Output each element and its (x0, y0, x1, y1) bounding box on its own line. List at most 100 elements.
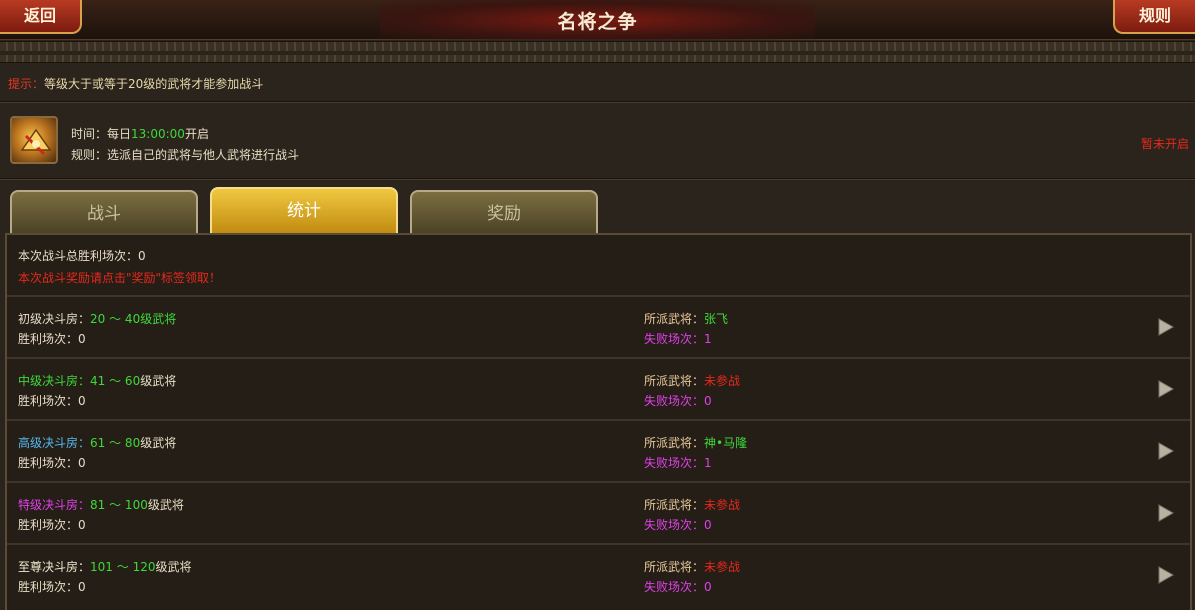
losses-label: 失败场次： (644, 580, 705, 594)
room-range: 41 ～ 60 (90, 374, 141, 388)
room-losses: 失败场次：0 (644, 578, 712, 595)
rule-text: 选派自己的武将与他人武将进行战斗 (107, 148, 300, 162)
tab-battle[interactable]: 战斗 (10, 190, 198, 234)
room-general: 所派武将：未参战 (644, 372, 740, 389)
room-name: 特级决斗房 (18, 498, 79, 512)
room-unit: 级武将 (147, 498, 184, 512)
rules-button[interactable]: 规则 (1113, 0, 1195, 34)
general-label: 所派武将： (644, 560, 705, 574)
room-losses: 失败场次：1 (644, 330, 712, 347)
arrow-right-icon[interactable] (1157, 379, 1175, 399)
room-sep: ： (78, 312, 91, 326)
decorative-border (0, 41, 1195, 63)
arrow-right-icon[interactable] (1157, 503, 1175, 523)
total-wins-value: 0 (138, 249, 146, 263)
room-general: 所派武将：未参战 (644, 558, 740, 575)
room-name: 初级决斗房 (18, 312, 79, 326)
losses-label: 失败场次： (644, 456, 705, 470)
room-row[interactable]: 初级决斗房：20 ～ 40级武将 胜利场次：0 所派武将：张飞 失败场次：1 (7, 295, 1190, 357)
room-sep: ： (78, 436, 91, 450)
page-title: 名将之争 (557, 11, 638, 33)
arrow-right-icon[interactable] (1157, 565, 1175, 585)
losses-label: 失败场次： (644, 332, 705, 346)
wins-label: 胜利场次： (18, 456, 79, 470)
rule-label: 规则： (71, 148, 108, 162)
general-label: 所派武将： (644, 436, 705, 450)
room-title: 特级决斗房：81 ～ 100级武将 (18, 496, 184, 513)
room-losses: 失败场次：0 (644, 516, 712, 533)
room-row[interactable]: 特级决斗房：81 ～ 100级武将 胜利场次：0 所派武将：未参战 失败场次：0 (7, 481, 1190, 543)
room-wins: 胜利场次：0 (18, 578, 86, 595)
general-value: 未参战 (704, 498, 741, 512)
event-icon (10, 116, 58, 164)
room-losses: 失败场次：1 (644, 454, 712, 471)
wins-value: 0 (78, 518, 86, 532)
room-range: 20 ～ 40 (90, 312, 141, 326)
room-row[interactable]: 至尊决斗房：101 ～ 120级武将 胜利场次：0 所派武将：未参战 失败场次：… (7, 543, 1190, 605)
room-title: 高级决斗房：61 ～ 80级武将 (18, 434, 176, 451)
room-unit: 级武将 (155, 560, 192, 574)
tab-rewards[interactable]: 奖励 (410, 190, 598, 234)
wins-label: 胜利场次： (18, 394, 79, 408)
tip-line: 提示：等级大于或等于20级的武将才能参加战斗 (8, 75, 263, 92)
room-unit: 级武将 (140, 436, 177, 450)
event-rule: 规则：选派自己的武将与他人武将进行战斗 (71, 146, 299, 163)
general-value: 神•马隆 (704, 436, 748, 450)
room-unit: 级武将 (140, 312, 177, 326)
room-row[interactable]: 中级决斗房：41 ～ 60级武将 胜利场次：0 所派武将：未参战 失败场次：0 (7, 357, 1190, 419)
event-time: 时间：每日13:00:00开启 (71, 125, 209, 142)
room-range: 61 ～ 80 (90, 436, 141, 450)
room-general: 所派武将：神•马隆 (644, 434, 747, 451)
room-title: 初级决斗房：20 ～ 40级武将 (18, 310, 176, 327)
room-range: 101 ～ 120 (90, 560, 156, 574)
total-wins-label: 本次战斗总胜利场次： (18, 249, 139, 263)
room-losses: 失败场次：0 (644, 392, 712, 409)
room-range: 81 ～ 100 (90, 498, 148, 512)
tab-statistics[interactable]: 统计 (210, 187, 398, 234)
total-wins: 本次战斗总胜利场次：0 (18, 247, 146, 264)
room-title: 至尊决斗房：101 ～ 120级武将 (18, 558, 192, 575)
divider (0, 178, 1195, 180)
wins-label: 胜利场次： (18, 580, 79, 594)
losses-value: 0 (704, 394, 712, 408)
time-value: 13:00:00 (131, 127, 185, 141)
room-unit: 级武将 (140, 374, 177, 388)
general-label: 所派武将： (644, 312, 705, 326)
time-label: 时间： (71, 127, 108, 141)
arrow-right-icon[interactable] (1157, 441, 1175, 461)
losses-value: 1 (704, 332, 712, 346)
wins-label: 胜利场次： (18, 332, 79, 346)
room-name: 至尊决斗房 (18, 560, 79, 574)
room-sep: ： (78, 374, 91, 388)
room-name: 高级决斗房 (18, 436, 79, 450)
divider (0, 101, 1195, 103)
reward-notice: 本次战斗奖励请点击"奖励"标签领取！ (18, 271, 222, 285)
room-general: 所派武将：张飞 (644, 310, 728, 327)
wins-value: 0 (78, 332, 86, 346)
general-label: 所派武将： (644, 374, 705, 388)
room-wins: 胜利场次：0 (18, 330, 86, 347)
room-general: 所派武将：未参战 (644, 496, 740, 513)
room-name: 中级决斗房 (18, 374, 79, 388)
general-label: 所派武将： (644, 498, 705, 512)
losses-value: 0 (704, 580, 712, 594)
losses-value: 0 (704, 518, 712, 532)
wins-value: 0 (78, 394, 86, 408)
status-badge: 暂未开启 (1140, 137, 1189, 151)
time-suffix: 开启 (184, 127, 209, 141)
wins-value: 0 (78, 580, 86, 594)
losses-label: 失败场次： (644, 394, 705, 408)
general-value: 未参战 (704, 560, 741, 574)
room-title: 中级决斗房：41 ～ 60级武将 (18, 372, 176, 389)
losses-label: 失败场次： (644, 518, 705, 532)
arrow-right-icon[interactable] (1157, 317, 1175, 337)
room-row[interactable]: 高级决斗房：61 ～ 80级武将 胜利场次：0 所派武将：神•马隆 失败场次：1 (7, 419, 1190, 481)
wins-label: 胜利场次： (18, 518, 79, 532)
time-prefix: 每日 (107, 127, 132, 141)
wins-value: 0 (78, 456, 86, 470)
room-sep: ： (78, 498, 91, 512)
losses-value: 1 (704, 456, 712, 470)
room-wins: 胜利场次：0 (18, 454, 86, 471)
room-wins: 胜利场次：0 (18, 392, 86, 409)
tip-text: 等级大于或等于20级的武将才能参加战斗 (44, 77, 264, 91)
